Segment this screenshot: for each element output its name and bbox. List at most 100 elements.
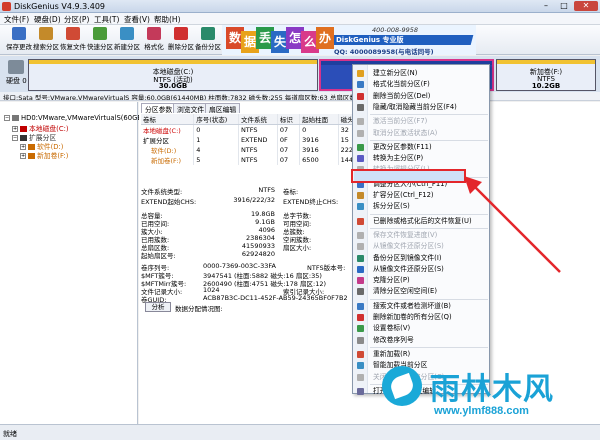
fs-info-value: 2386304 <box>246 234 275 242</box>
context-menu-item[interactable]: 格式化当前分区(F) <box>354 79 489 90</box>
menu-item-label: 搜索文件或者检测坏道(B) <box>373 301 451 310</box>
menu-item-icon <box>357 288 364 296</box>
menu-item-icon <box>357 70 364 77</box>
banner-chip: 办 <box>316 27 334 49</box>
menu-item-label: 删除当前分区(Del) <box>373 91 431 100</box>
fs-info-key: 起始扇区号: <box>141 252 176 260</box>
menu-item-icon <box>357 254 364 262</box>
fs-info-key2: 扇区大小: <box>283 244 312 252</box>
tab-browse-files[interactable]: 浏览文件 <box>173 103 209 114</box>
context-menu-item[interactable]: 重新加载(R) <box>354 349 489 360</box>
close-button[interactable]: ✕ <box>574 1 598 11</box>
toolbar-button-7[interactable]: 备份分区 <box>193 27 223 54</box>
table-cell: 4 <box>193 145 239 155</box>
menu-help[interactable]: 帮助(H) <box>154 14 181 25</box>
menu-item-icon <box>357 314 364 321</box>
table-cell: 07 <box>277 155 301 165</box>
table-row[interactable]: 软件(D:) 4 NTFS 07 3916 222 <box>141 145 362 155</box>
partition-block-c[interactable]: 本地磁盘(C:) NTFS (活动) 30.0GB <box>28 59 318 91</box>
table-row[interactable]: 扩展分区 1 EXTEND 0F 3916 15 <box>141 135 362 145</box>
status-bar: 就绪 <box>0 424 600 440</box>
table-cell: 5 <box>193 155 239 165</box>
fs-info-value: 0000-7369-003C-33FA <box>203 262 276 270</box>
table-header: 标识 <box>277 114 301 125</box>
menu-separator <box>370 139 488 141</box>
tree-expand-icon[interactable]: − <box>12 135 18 141</box>
backup-icon <box>201 27 215 40</box>
annotation-red-box <box>351 169 466 183</box>
menu-item-label: 设置卷标(V) <box>373 324 411 333</box>
menu-item-label: 修改卷序列号 <box>373 335 414 344</box>
table-cell: 0 <box>299 124 339 135</box>
menu-separator <box>370 114 488 116</box>
menu-separator <box>370 298 488 300</box>
context-menu-item[interactable]: 转换为主分区(P) <box>354 153 489 164</box>
context-menu-item[interactable]: 删除新加卷的所有分区(Q) <box>354 312 489 323</box>
disk-label: 硬盘 0 <box>6 77 27 85</box>
menu-item-icon <box>357 362 364 370</box>
menu-item-label: 清除分区空闲空间(E) <box>373 287 437 296</box>
menu-item-icon <box>357 118 364 126</box>
menu-item-icon <box>357 302 364 310</box>
context-menu-item[interactable]: 建立新分区(N) <box>354 68 489 79</box>
menu-item-label: 克隆分区(P) <box>373 276 410 285</box>
ad-banner[interactable]: DiskGenius 专业版 QQ: 4000089958(与电话同号) 400… <box>222 25 476 56</box>
menu-disk[interactable]: 硬盘(D) <box>34 14 61 25</box>
context-menu-item[interactable]: 隐藏/取消隐藏当前分区(F4) <box>354 102 489 113</box>
menu-item-label: 备份分区到镜像文件(I) <box>373 253 442 262</box>
menu-item-icon <box>357 373 364 381</box>
delete-partition-icon <box>174 27 188 40</box>
context-menu-item[interactable]: 克隆分区(P) <box>354 275 489 286</box>
tree-item[interactable]: − HD0:VMware,VMwareVirtualS(60GB) <box>4 114 145 122</box>
context-menu-item[interactable]: 更改分区参数(F11) <box>354 142 489 153</box>
table-row[interactable]: 新加卷(F:) 5 NTFS 07 6500 144 <box>141 155 362 165</box>
table-cell: 07 <box>277 145 301 155</box>
tab-partition-params[interactable]: 分区参数 <box>141 103 177 114</box>
context-menu-item[interactable]: 设置卷标(V) <box>354 323 489 334</box>
annotation-arrow <box>464 176 561 273</box>
table-header: 起始柱面 <box>299 114 339 125</box>
context-menu-item: 取消分区激活状态(A) <box>354 128 489 139</box>
tab-sector-edit[interactable]: 扇区编辑 <box>205 103 241 114</box>
table-cell: NTFS <box>238 124 278 135</box>
maximize-button[interactable]: □ <box>556 1 572 11</box>
menu-item-label: 删除新加卷的所有分区(Q) <box>373 313 452 321</box>
partition-color-bar <box>29 60 317 64</box>
analyze-button[interactable]: 分析 <box>145 302 171 312</box>
menu-view[interactable]: 查看(V) <box>124 14 150 25</box>
tree-item-label: HD0:VMware,VMwareVirtualS(60GB) <box>21 114 145 122</box>
format-icon <box>147 27 161 40</box>
context-menu-item[interactable]: 修改卷序列号 <box>354 335 489 346</box>
menu-file[interactable]: 文件(F) <box>4 14 29 25</box>
tree-item[interactable]: + 新加卷(F:) <box>20 150 68 160</box>
table-cell: 0 <box>193 124 239 135</box>
status-text: 就绪 <box>3 430 17 438</box>
menu-item-icon <box>357 203 364 211</box>
menu-item-label: 隐藏/取消隐藏当前分区(F4) <box>373 102 457 111</box>
minimize-button[interactable]: – <box>538 1 554 11</box>
fs-info-key2: EXTEND终止CHS: <box>283 198 339 206</box>
partition-size: 10.2GB <box>531 82 561 90</box>
menu-item-icon <box>357 192 364 199</box>
fs-info-value: 4096 <box>258 226 275 234</box>
tree-item-label: 新加卷(F:) <box>37 152 69 160</box>
fs-info-key: 文件系统类型: <box>141 188 183 196</box>
tree-expand-icon[interactable]: − <box>4 115 10 121</box>
disk-tree[interactable]: − HD0:VMware,VMwareVirtualS(60GB) + 本地磁盘(C:… <box>0 102 145 424</box>
partition-color-bar <box>497 60 595 64</box>
table-cell: 软件(D:) <box>141 145 195 155</box>
table-cell: NTFS <box>238 155 278 165</box>
tree-expand-icon[interactable]: + <box>20 153 26 159</box>
context-menu-item[interactable]: 搜索文件或者检测坏道(B) <box>354 301 489 312</box>
menu-item-icon <box>357 350 364 358</box>
menu-item-icon <box>357 277 364 285</box>
menu-item-label: 更改分区参数(F11) <box>373 142 432 151</box>
menu-partition[interactable]: 分区(P) <box>64 14 89 25</box>
partition-block-f[interactable]: 新加卷(F:) NTFS 10.2GB <box>496 59 596 91</box>
menu-tools[interactable]: 工具(T) <box>94 14 119 25</box>
menu-item-label: 拆分分区(S) <box>373 202 410 211</box>
context-menu-item[interactable]: 删除当前分区(Del) <box>354 91 489 102</box>
context-menu-item[interactable]: 清除分区空闲空间(E) <box>354 286 489 297</box>
table-row[interactable]: 本地磁盘(C:) 0 NTFS 07 0 32 <box>141 124 362 135</box>
menu-item-icon <box>357 336 364 344</box>
